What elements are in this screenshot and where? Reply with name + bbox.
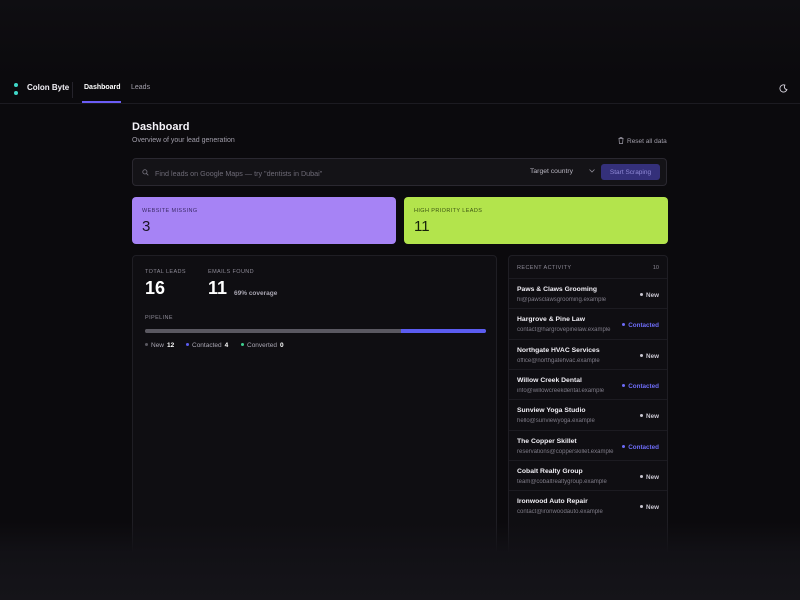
search-icon <box>142 169 149 176</box>
status-badge: New <box>640 353 659 360</box>
activity-item[interactable]: Sunview Yoga Studio hello@sunviewyoga.exa… <box>509 399 667 430</box>
activity-email: contact@ironwoodauto.example <box>517 509 603 516</box>
activity-business-name: Sunview Yoga Studio <box>517 407 586 415</box>
bottom-backdrop <box>0 522 800 600</box>
legend-contacted: Contacted 4 <box>186 342 228 349</box>
status-badge: Contacted <box>622 383 659 390</box>
activity-business-name: The Copper Skillet <box>517 437 577 445</box>
top-backdrop <box>0 0 800 76</box>
status-label: New <box>646 473 659 481</box>
chevron-down-icon <box>589 169 595 173</box>
status-label: Contacted <box>628 322 659 330</box>
legend-contacted-label: Contacted <box>192 342 222 349</box>
active-tab-indicator <box>82 101 121 103</box>
activity-item[interactable]: Hargrove & Pine Law contact@hargrovepinel… <box>509 308 667 339</box>
pipeline-segment-contacted <box>400 329 486 333</box>
high-priority-label: HIGH PRIORITY LEADS <box>414 208 483 214</box>
page-title: Dashboard <box>132 121 190 133</box>
activity-business-name: Northgate HVAC Services <box>517 346 600 354</box>
theme-toggle-moon-icon[interactable] <box>779 84 788 93</box>
status-dot-icon <box>640 474 644 478</box>
converted-dot-icon <box>241 343 244 346</box>
pipeline-segment-new <box>145 329 401 333</box>
start-scraping-button[interactable]: Start Scraping <box>601 164 660 180</box>
reset-all-data-button[interactable]: Reset all data <box>618 137 667 145</box>
brand-name: Colon Byte <box>27 83 70 92</box>
status-badge: New <box>640 413 659 420</box>
search-input[interactable] <box>153 164 522 182</box>
website-missing-label: WEBSITE MISSING <box>142 208 198 214</box>
status-dot-icon <box>622 323 626 327</box>
legend-converted: Converted 0 <box>241 342 284 349</box>
activity-business-name: Cobalt Realty Group <box>517 467 583 475</box>
activity-email: office@northgatehvac.example <box>517 357 600 364</box>
activity-email: contact@hargrovepinelaw.example <box>517 327 611 334</box>
email-coverage: 69% coverage <box>234 290 278 297</box>
website-missing-card[interactable]: WEBSITE MISSING 3 <box>132 197 396 244</box>
activity-email: team@cobaltrealtygroup.example <box>517 478 607 485</box>
total-leads-label: TOTAL LEADS <box>145 269 186 275</box>
legend-new-count: 12 <box>167 342 175 349</box>
pipeline-label: PIPELINE <box>145 315 173 321</box>
activity-item[interactable]: Northgate HVAC Services office@northgateh… <box>509 338 667 370</box>
tab-dashboard[interactable]: Dashboard <box>84 84 121 91</box>
activity-email: reservations@copperskillet.example <box>517 448 614 455</box>
activity-email: hello@sunviewyoga.example <box>517 418 595 425</box>
status-dot-icon <box>640 293 644 296</box>
emails-found-label: EMAILS FOUND <box>208 269 255 275</box>
activity-email: info@willowcreekdental.example <box>517 387 605 394</box>
contacted-dot-icon <box>186 343 189 346</box>
status-label: New <box>646 292 659 299</box>
legend-converted-label: Converted <box>247 342 277 349</box>
high-priority-value: 11 <box>414 218 430 235</box>
total-leads-value: 16 <box>145 278 166 298</box>
status-dot-icon <box>640 353 644 357</box>
activity-email: hi@pawsclawsgrooming.example <box>517 297 607 303</box>
status-label: Contacted <box>628 443 659 451</box>
website-missing-value: 3 <box>142 218 151 235</box>
target-country-select[interactable]: Target country <box>530 168 573 175</box>
reset-label: Reset all data <box>627 138 667 145</box>
page-subtitle: Overview of your lead generation <box>132 137 235 144</box>
top-navbar: Colon Byte Dashboard Leads <box>0 76 800 104</box>
activity-item[interactable]: Ironwood Auto Repair contact@ironwoodauto… <box>509 490 667 521</box>
status-dot-icon <box>622 444 626 448</box>
recent-activity-count: 10 <box>652 265 659 271</box>
pipeline-bar <box>145 329 486 333</box>
nav-divider <box>72 82 73 98</box>
status-dot-icon <box>640 414 644 418</box>
activity-business-name: Willow Creek Dental <box>517 376 582 384</box>
status-badge: New <box>640 474 659 481</box>
activity-business-name: Paws & Claws Grooming <box>517 286 598 293</box>
status-badge: Contacted <box>622 444 659 451</box>
new-dot-icon <box>145 343 148 346</box>
trash-icon <box>618 137 624 144</box>
status-badge: New <box>640 292 659 299</box>
legend-new-label: New <box>151 342 165 349</box>
legend-converted-count: 0 <box>280 342 284 349</box>
activity-item[interactable]: The Copper Skillet reservations@copperski… <box>509 429 667 461</box>
status-label: New <box>646 413 659 421</box>
emails-found-value: 11 <box>208 278 228 298</box>
activity-business-name: Ironwood Auto Repair <box>517 498 588 506</box>
status-label: New <box>646 352 659 360</box>
activity-business-name: Hargrove & Pine Law <box>517 316 585 324</box>
search-bar: Target country Start Scraping <box>132 158 667 186</box>
activity-item[interactable]: Willow Creek Dental info@willowcreekdenta… <box>509 368 667 400</box>
tab-leads[interactable]: Leads <box>131 84 150 91</box>
logo-icon <box>14 83 18 95</box>
status-badge: New <box>640 504 659 511</box>
status-dot-icon <box>640 505 644 509</box>
recent-activity-title: RECENT ACTIVITY <box>517 265 572 271</box>
status-label: Contacted <box>628 382 659 390</box>
legend-new: New 12 <box>145 342 174 349</box>
status-badge: Contacted <box>622 322 659 329</box>
status-label: New <box>646 504 659 512</box>
status-dot-icon <box>622 383 626 387</box>
activity-item[interactable]: Paws & Claws Grooming hi@pawsclawsgroomin… <box>509 278 667 309</box>
activity-item[interactable]: Cobalt Realty Group team@cobaltrealtygrou… <box>509 459 667 491</box>
legend-contacted-count: 4 <box>224 342 229 349</box>
high-priority-leads-card[interactable]: HIGH PRIORITY LEADS 11 <box>404 197 668 244</box>
